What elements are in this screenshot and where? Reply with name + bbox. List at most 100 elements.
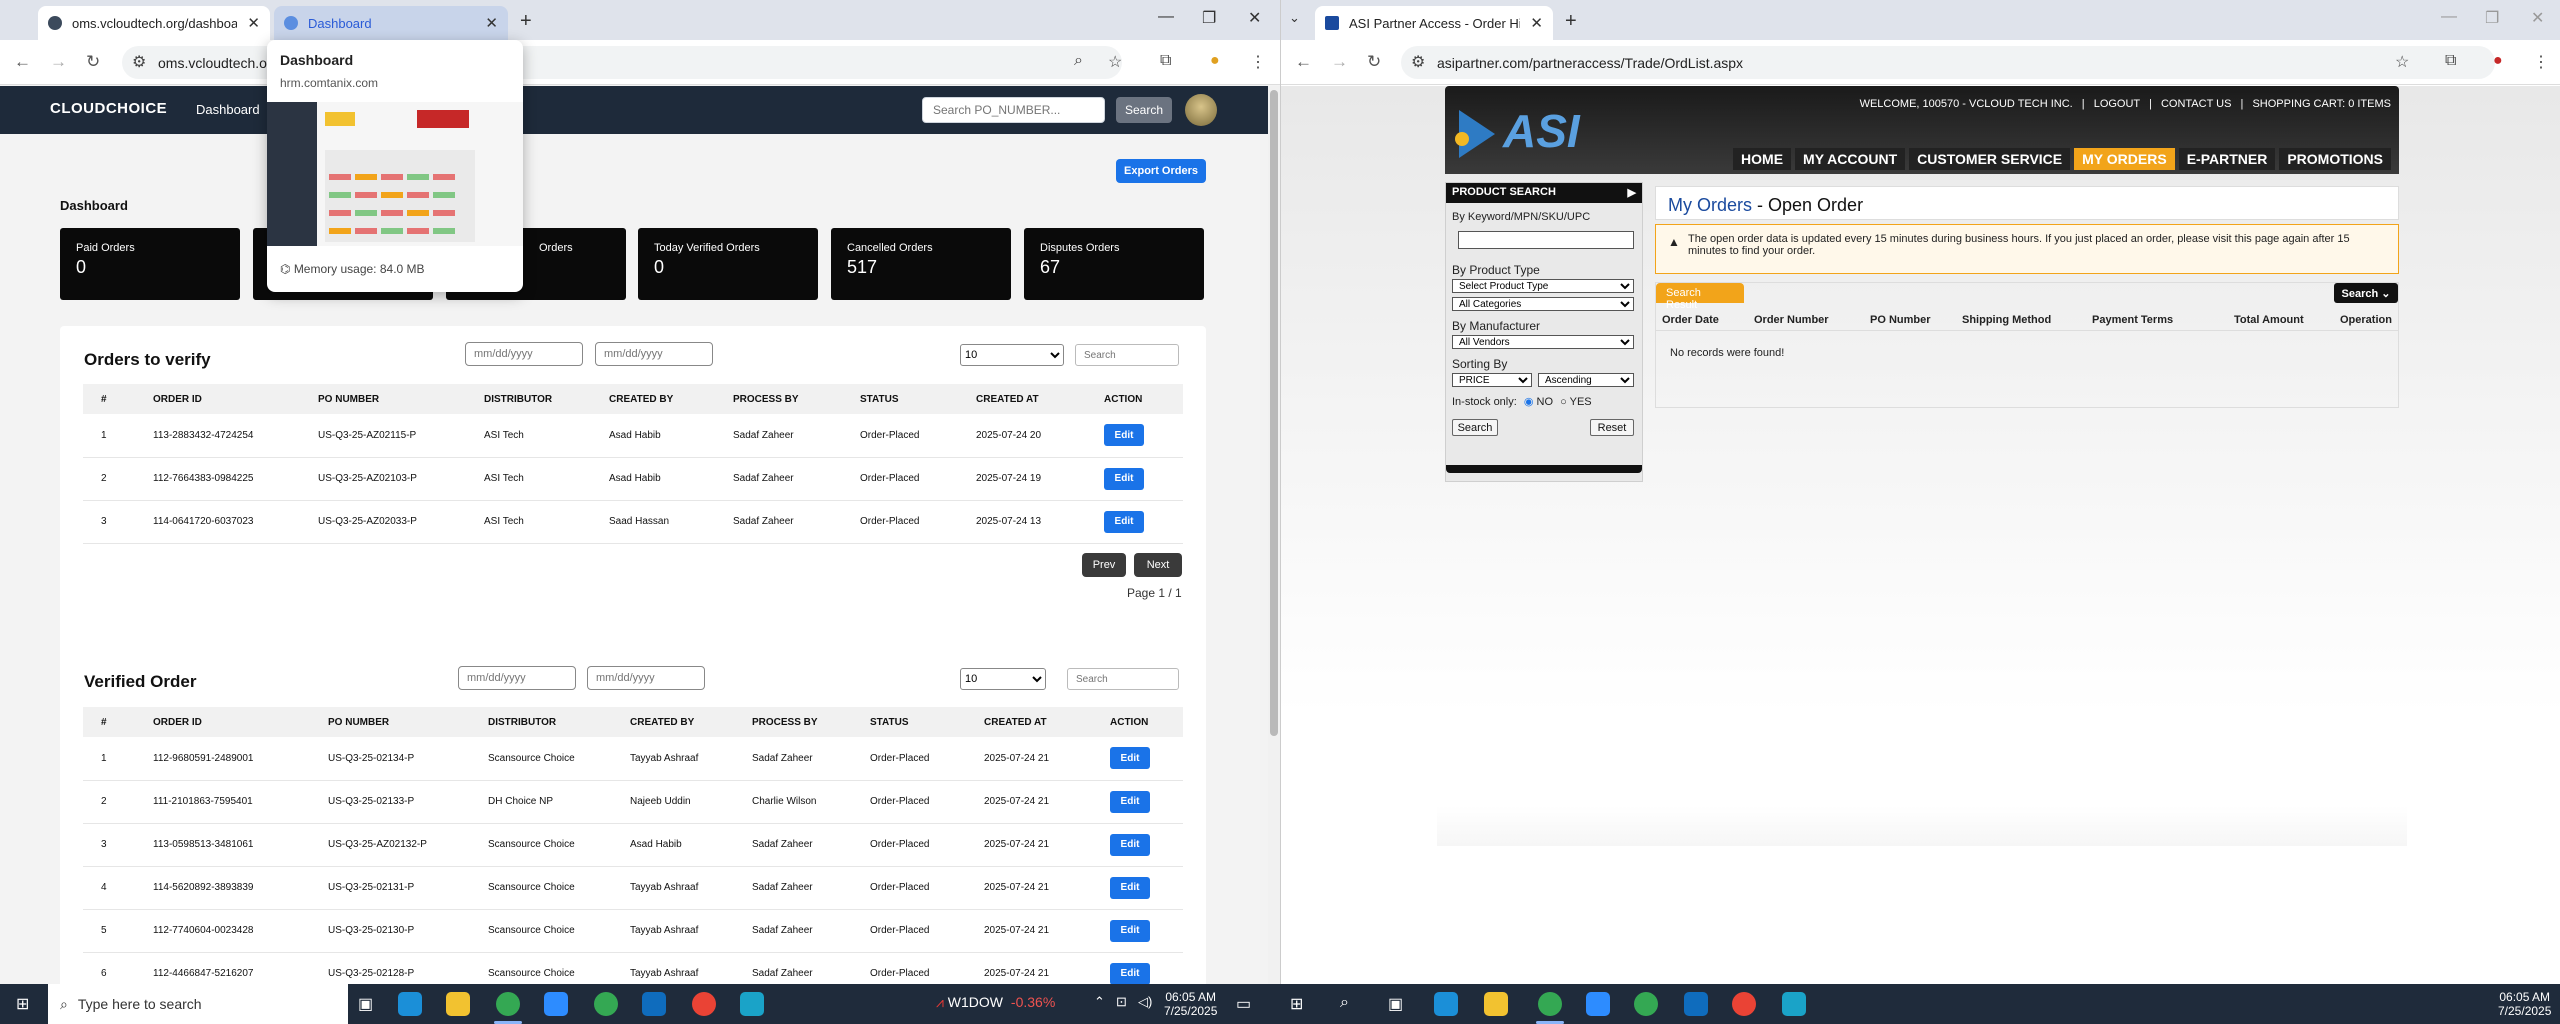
clock-left[interactable]: 06:05 AM 7/25/2025 — [1164, 990, 1217, 1018]
outlook-icon[interactable] — [642, 992, 666, 1016]
bookmark-star-icon[interactable]: ☆ — [2395, 52, 2409, 72]
sort-field-select[interactable]: PRICE — [1452, 373, 1532, 387]
app-icon[interactable] — [740, 992, 764, 1016]
notification-icon[interactable]: ▭ — [1236, 994, 1251, 1014]
file-explorer-icon-2[interactable] — [1484, 992, 1508, 1016]
restore-icon[interactable]: ❐ — [2485, 8, 2499, 28]
edit-button[interactable]: Edit — [1110, 876, 1150, 899]
vendor-select[interactable]: All Vendors — [1452, 335, 1634, 349]
clock-right[interactable]: 06:05 AM 7/25/2025 — [2498, 990, 2551, 1018]
extensions-icon[interactable]: ⧉ — [1160, 52, 1171, 70]
contact-us-link[interactable]: CONTACT US — [2161, 98, 2232, 110]
logout-link[interactable]: LOGOUT — [2094, 98, 2140, 110]
nav-my-orders[interactable]: MY ORDERS — [2074, 148, 2175, 170]
shopping-cart-link[interactable]: SHOPPING CART: 0 ITEMS — [2252, 98, 2391, 110]
results-search-button[interactable]: Search ⌄ — [2334, 283, 2398, 303]
from-date-input[interactable] — [458, 666, 576, 690]
outlook-icon-2[interactable] — [1684, 992, 1708, 1016]
site-info-icon[interactable]: ⚙ — [1411, 52, 1425, 72]
prev-button[interactable]: Prev — [1082, 553, 1126, 577]
nav-dashboard[interactable]: Dashboard — [196, 102, 260, 117]
app-icon-2[interactable] — [1782, 992, 1806, 1016]
zoom-app-icon[interactable] — [544, 992, 568, 1016]
forward-icon[interactable]: → — [50, 52, 67, 72]
radio-yes[interactable]: ○ — [1560, 396, 1567, 408]
edit-button[interactable]: Edit — [1110, 833, 1150, 856]
close-window-icon[interactable]: ✕ — [1248, 8, 1261, 28]
chrome-icon[interactable] — [496, 992, 520, 1016]
menu-icon[interactable]: ⋮ — [1250, 52, 1266, 72]
tray-chevron-icon[interactable]: ⌃ — [1094, 994, 1105, 1010]
new-tab-icon[interactable]: + — [520, 10, 532, 33]
profile-icon[interactable]: ● — [1210, 52, 1220, 70]
nav-customer-service[interactable]: CUSTOMER SERVICE — [1909, 148, 2071, 170]
next-button[interactable]: Next — [1134, 553, 1182, 577]
minimize-icon[interactable]: — — [1158, 8, 1174, 26]
cloudchoice-logo[interactable]: CLOUDCHOICE — [50, 100, 167, 117]
edit-button[interactable]: Edit — [1104, 467, 1144, 490]
chrome-profile-2-icon[interactable] — [692, 992, 716, 1016]
reload-icon[interactable]: ↻ — [86, 52, 100, 72]
taskbar-search-box[interactable]: ⌕ Type here to search — [48, 984, 348, 1024]
volume-icon[interactable]: ◁) — [1138, 994, 1152, 1010]
to-date-input[interactable] — [595, 342, 713, 366]
chrome-profile-icon-2[interactable] — [1634, 992, 1658, 1016]
chrome-icon-2[interactable] — [1538, 992, 1562, 1016]
table-search-input[interactable] — [1075, 344, 1179, 366]
asi-logo[interactable]: ASI — [1503, 104, 1580, 158]
from-date-input[interactable] — [465, 342, 583, 366]
edge-icon-2[interactable] — [1434, 992, 1458, 1016]
sidebar-reset-button[interactable]: Reset — [1590, 419, 1634, 436]
stock-widget[interactable]: ⩘ W1DOW -0.36% — [936, 994, 1055, 1011]
edge-icon[interactable] — [398, 992, 422, 1016]
task-view-icon[interactable]: ▣ — [358, 994, 373, 1014]
profile-icon[interactable]: ● — [2493, 52, 2503, 70]
new-tab-icon[interactable]: + — [1565, 10, 1577, 33]
windows-start-icon[interactable]: ⊞ — [16, 994, 29, 1014]
nav-home[interactable]: HOME — [1733, 148, 1792, 170]
close-icon[interactable]: ✕ — [247, 14, 260, 32]
sidebar-search-button[interactable]: Search — [1452, 419, 1498, 436]
scrollbar-thumb[interactable] — [1270, 90, 1278, 736]
forward-icon[interactable]: → — [1331, 52, 1348, 72]
page-scrollbar[interactable] — [1268, 86, 1280, 984]
back-icon[interactable]: ← — [14, 52, 31, 72]
windows-start-icon-2[interactable]: ⊞ — [1290, 994, 1303, 1014]
edit-button[interactable]: Edit — [1110, 790, 1150, 813]
to-date-input[interactable] — [587, 666, 705, 690]
close-icon[interactable]: ✕ — [485, 14, 498, 32]
nav-my-account[interactable]: MY ACCOUNT — [1795, 148, 1906, 170]
sort-order-select[interactable]: Ascending — [1538, 373, 1634, 387]
bookmark-star-icon[interactable]: ☆ — [1108, 52, 1122, 72]
radio-no[interactable]: ◉ — [1524, 396, 1534, 408]
restore-icon[interactable]: ❐ — [1202, 8, 1216, 28]
export-orders-button[interactable]: Export Orders — [1116, 159, 1206, 183]
edit-button[interactable]: Edit — [1104, 510, 1144, 533]
tab-hrm-dashboard[interactable]: Dashboard ✕ — [274, 6, 508, 40]
close-window-icon[interactable]: ✕ — [2531, 8, 2544, 28]
zoom-app-icon-2[interactable] — [1586, 992, 1610, 1016]
close-icon[interactable]: ✕ — [1530, 14, 1543, 32]
edit-button[interactable]: Edit — [1110, 962, 1150, 984]
tab-oms-dashboard[interactable]: oms.vcloudtech.org/dashboard ✕ — [38, 6, 270, 40]
keyword-input[interactable] — [1458, 231, 1634, 249]
table-search-input[interactable] — [1067, 668, 1179, 690]
zoom-icon[interactable]: ⌕ — [1074, 52, 1083, 70]
category-select[interactable]: All Categories — [1452, 297, 1634, 311]
po-search-button[interactable]: Search — [1116, 97, 1172, 123]
chrome-profile-2-icon-2[interactable] — [1732, 992, 1756, 1016]
site-info-icon[interactable]: ⚙ — [132, 52, 146, 72]
po-search-input[interactable] — [922, 97, 1105, 123]
chevron-right-icon[interactable]: ▶ — [1628, 186, 1636, 199]
task-view-icon-2[interactable]: ▣ — [1388, 994, 1403, 1014]
reload-icon[interactable]: ↻ — [1367, 52, 1381, 72]
edit-button[interactable]: Edit — [1110, 919, 1150, 942]
search-result-tab[interactable]: Search Result — [1656, 283, 1744, 311]
page-size-select[interactable]: 10 — [960, 668, 1046, 690]
minimize-icon[interactable]: — — [2441, 8, 2457, 26]
search-icon-2[interactable]: ⌕ — [1340, 994, 1349, 1012]
extensions-icon[interactable]: ⧉ — [2445, 52, 2456, 70]
back-icon[interactable]: ← — [1295, 52, 1312, 72]
nav-promotions[interactable]: PROMOTIONS — [2279, 148, 2391, 170]
tab-search-icon[interactable]: ⌄ — [1289, 10, 1300, 26]
